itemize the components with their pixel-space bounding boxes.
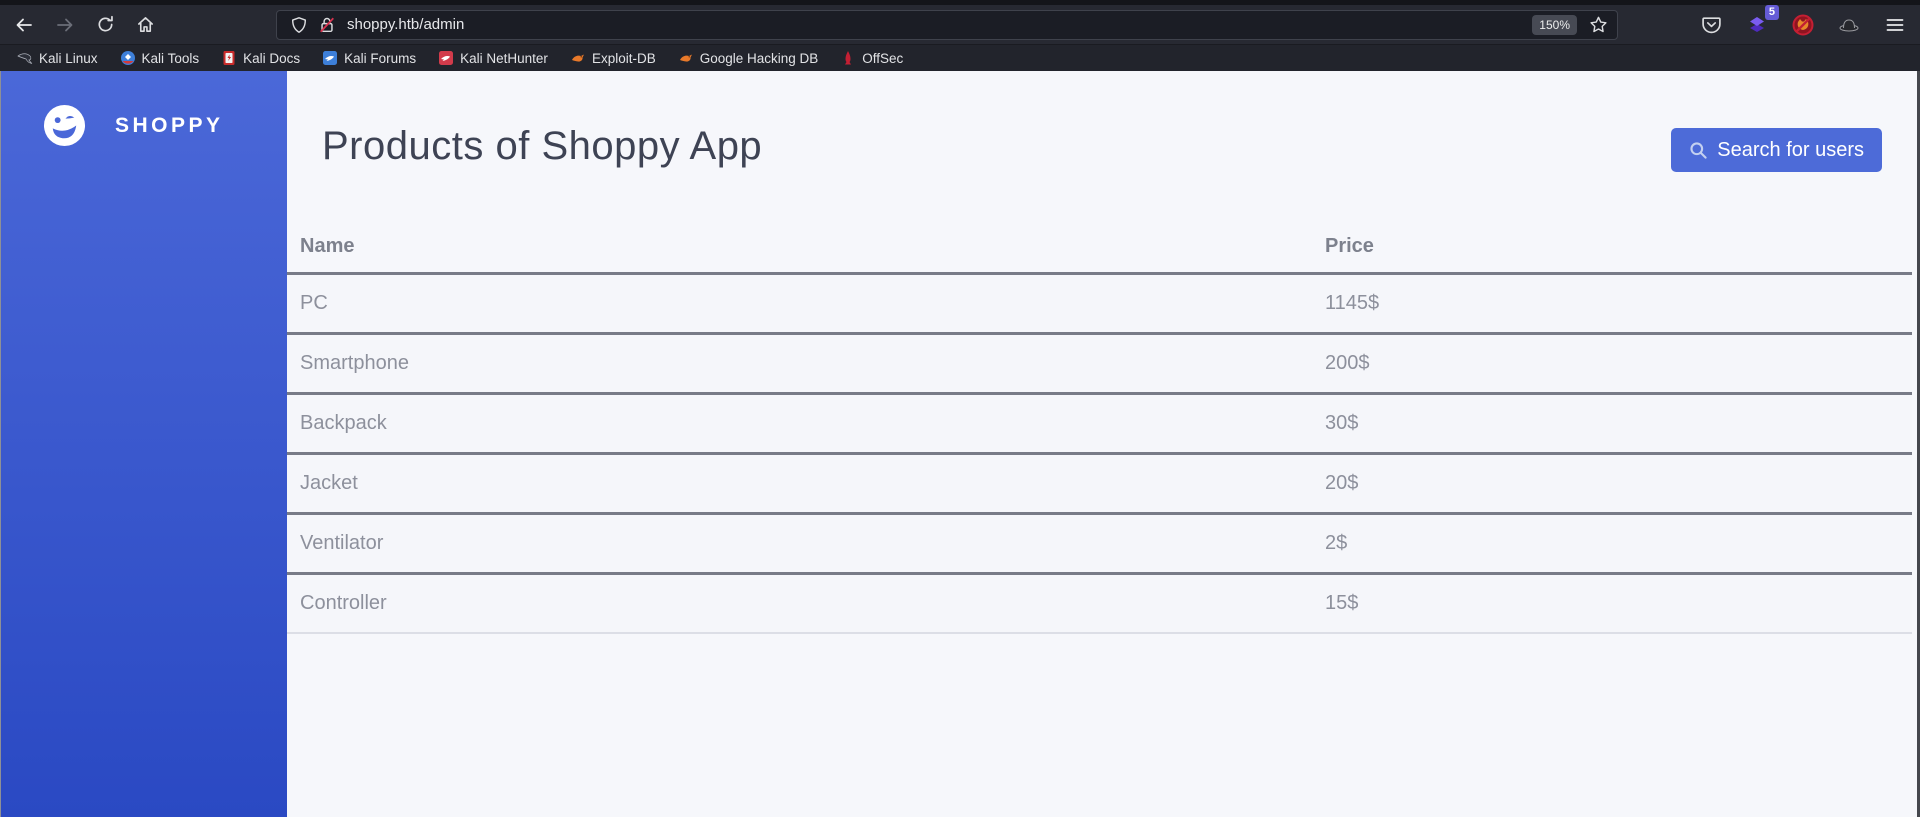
insecure-lock-icon[interactable] — [317, 15, 337, 35]
column-header-price: Price — [1312, 221, 1912, 275]
table-row: Backpack 30$ — [287, 393, 1912, 455]
search-button-label: Search for users — [1717, 138, 1864, 161]
bookmark-google-hacking-db[interactable]: Google Hacking DB — [671, 48, 826, 68]
extension-count-badge: 5 — [1764, 4, 1779, 20]
bookmark-kali-nethunter[interactable]: Kali NetHunter — [431, 48, 555, 68]
exploit-db-icon — [570, 50, 586, 66]
product-name: Smartphone — [287, 333, 1312, 395]
bookmark-label: Kali Docs — [243, 50, 301, 66]
url-bar[interactable]: shoppy.htb/admin 150% — [276, 9, 1618, 40]
product-price: 30$ — [1312, 393, 1912, 455]
shoppy-logo[interactable]: SHOPPY — [43, 104, 287, 147]
home-icon[interactable] — [134, 12, 159, 38]
bookmarks-toolbar: Kali Linux Kali Tools Kali Docs Kali For… — [0, 45, 1920, 71]
bookmark-label: Google Hacking DB — [699, 50, 819, 66]
product-name: Jacket — [287, 453, 1312, 515]
zoom-level-badge[interactable]: 150% — [1532, 14, 1577, 35]
bookmark-label: OffSec — [862, 50, 904, 66]
extension-blocked-fox-icon[interactable] — [1790, 12, 1816, 38]
search-for-users-button[interactable]: Search for users — [1671, 128, 1882, 172]
tracking-protection-shield-icon[interactable] — [289, 15, 309, 35]
bookmark-offsec[interactable]: OffSec — [833, 48, 910, 68]
table-header-row: Name Price — [287, 221, 1912, 275]
table-row: Jacket 20$ — [287, 453, 1912, 515]
forward-icon[interactable] — [53, 12, 78, 38]
bookmark-label: Kali Tools — [141, 50, 200, 66]
bookmark-kali-linux[interactable]: Kali Linux — [10, 48, 105, 68]
column-header-name: Name — [287, 221, 1312, 275]
window-left-edge — [0, 71, 1, 817]
page-title: Products of Shoppy App — [322, 123, 763, 168]
product-name: Controller — [287, 573, 1312, 634]
pocket-icon[interactable] — [1698, 12, 1724, 38]
back-icon[interactable] — [12, 12, 37, 38]
nav-button-group — [12, 12, 158, 38]
product-price: 15$ — [1312, 573, 1912, 634]
products-table: Name Price PC 1145$ Smartphone 200$ Back… — [287, 221, 1912, 634]
table-row: PC 1145$ — [287, 273, 1912, 335]
navigation-toolbar: shoppy.htb/admin 150% 5 — [0, 4, 1920, 45]
bookmark-kali-tools[interactable]: Kali Tools — [113, 48, 207, 68]
table-row: Ventilator 2$ — [287, 513, 1912, 575]
table-row: Controller 15$ — [287, 573, 1912, 634]
sidebar: SHOPPY — [0, 71, 287, 817]
reload-icon[interactable] — [93, 12, 118, 38]
table-row: Smartphone 200$ — [287, 333, 1912, 395]
product-name: Backpack — [287, 393, 1312, 455]
product-name: PC — [287, 273, 1312, 335]
browser-window: shoppy.htb/admin 150% 5 Kali Linux Kali … — [0, 0, 1920, 817]
page-header: Products of Shoppy App Search for users — [287, 71, 1912, 221]
kali-nethunter-icon — [438, 50, 454, 66]
product-price: 2$ — [1312, 513, 1912, 575]
url-text: shoppy.htb/admin — [347, 16, 465, 33]
bookmark-label: Kali Forums — [344, 50, 417, 66]
brand-name: SHOPPY — [115, 113, 224, 137]
product-price: 20$ — [1312, 453, 1912, 515]
bookmark-kali-docs[interactable]: Kali Docs — [214, 48, 307, 68]
bookmark-kali-forums[interactable]: Kali Forums — [315, 48, 423, 68]
product-name: Ventilator — [287, 513, 1312, 575]
kali-forums-icon — [322, 50, 338, 66]
extension-layers-icon[interactable]: 5 — [1744, 4, 1779, 38]
menu-hamburger-icon[interactable] — [1882, 12, 1908, 38]
product-price: 1145$ — [1312, 273, 1912, 335]
toolbar-right-icons: 5 — [1632, 4, 1908, 38]
google-hacking-db-icon — [678, 50, 694, 66]
shoppy-smiley-icon — [43, 104, 86, 147]
bookmark-label: Exploit-DB — [591, 50, 656, 66]
bookmark-label: Kali Linux — [39, 50, 98, 66]
product-price: 200$ — [1312, 333, 1912, 395]
kali-tools-icon — [120, 50, 136, 66]
page-content: SHOPPY Products of Shoppy App Search for… — [0, 71, 1920, 817]
kali-docs-icon — [221, 50, 237, 66]
offsec-icon — [840, 50, 856, 66]
search-icon — [1690, 141, 1707, 159]
main-panel: Products of Shoppy App Search for users … — [287, 71, 1920, 817]
kali-linux-icon — [17, 50, 33, 66]
bookmark-exploit-db[interactable]: Exploit-DB — [563, 48, 663, 68]
extension-hat-icon[interactable] — [1836, 12, 1862, 38]
bookmark-label: Kali NetHunter — [460, 50, 548, 66]
bookmark-star-icon[interactable] — [1587, 14, 1609, 36]
